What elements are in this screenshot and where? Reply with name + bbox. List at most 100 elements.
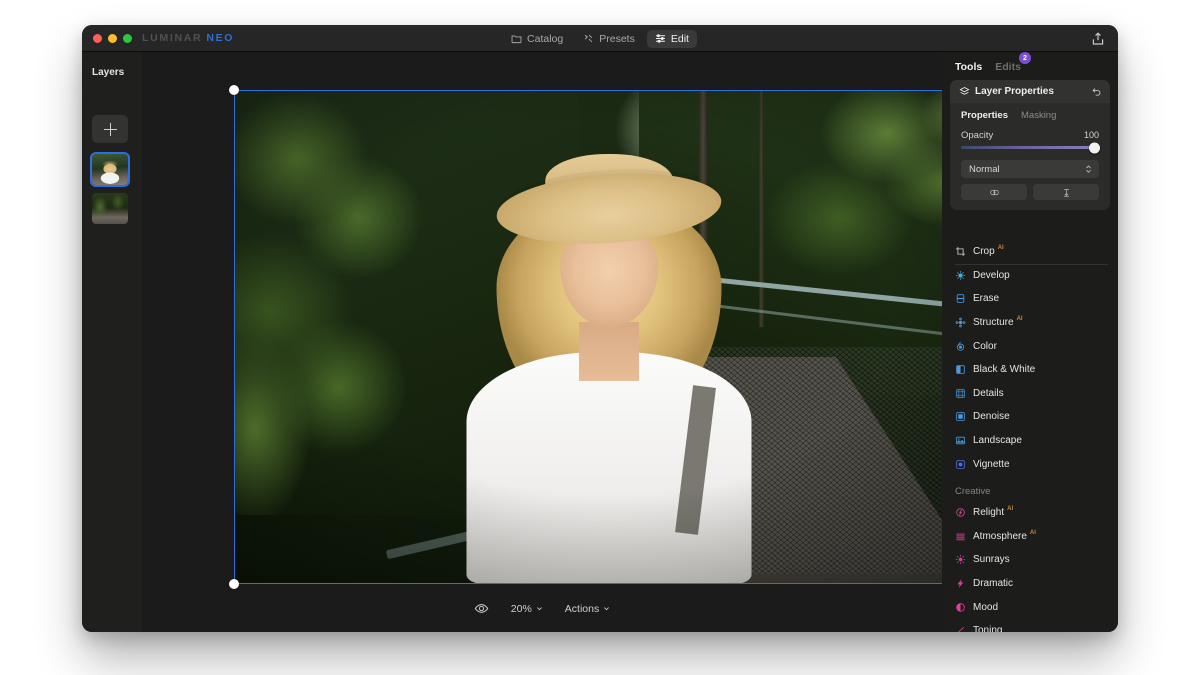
landscape-icon: [955, 435, 966, 446]
luminar-neo-window: LUMINAR NEO Catalog Presets: [82, 25, 1118, 632]
tab-edits[interactable]: Edits 2: [995, 61, 1021, 73]
tool-label-dramatic: Dramatic: [973, 578, 1013, 589]
layer-thumbnail-image: [92, 193, 128, 224]
layer-thumbnail-portrait[interactable]: [92, 154, 128, 185]
toning-icon: [955, 625, 966, 632]
tool-item-denoise[interactable]: Denoise: [942, 405, 1118, 429]
tool-item-landscape[interactable]: Landscape: [942, 429, 1118, 453]
layer-properties-subtabs: Properties Masking: [950, 103, 1110, 126]
layer-properties-title: Layer Properties: [975, 86, 1054, 97]
tool-item-toning[interactable]: Toning: [942, 619, 1118, 632]
tab-tools-label: Tools: [955, 61, 982, 73]
merge-down-icon: [1061, 187, 1072, 198]
layer-properties-card: Layer Properties Properties Masking Opac…: [950, 80, 1110, 210]
crop-icon: [955, 246, 966, 257]
nav-item-catalog[interactable]: Catalog: [503, 30, 571, 48]
subtab-properties[interactable]: Properties: [961, 110, 1008, 121]
mask-blend-icon: [989, 187, 1000, 198]
nav-item-presets[interactable]: Presets: [575, 30, 643, 48]
develop-icon: [955, 270, 966, 281]
opacity-value: 100: [1084, 130, 1099, 140]
tool-label-denoise: Denoise: [973, 411, 1010, 422]
tool-item-details[interactable]: Details: [942, 382, 1118, 406]
ai-badge: AI: [1030, 530, 1036, 536]
sliders-icon: [655, 33, 666, 44]
tool-label-sunrays: Sunrays: [973, 554, 1010, 565]
tool-label-color: Color: [973, 341, 997, 352]
layer-action-buttons: [950, 178, 1110, 210]
atmosphere-icon: [955, 531, 966, 542]
image-selection-frame[interactable]: [234, 90, 984, 584]
dramatic-icon: [955, 578, 966, 589]
tool-label-black-white: Black & White: [973, 364, 1035, 375]
add-layer-button[interactable]: [92, 115, 128, 143]
tool-item-atmosphere[interactable]: Atmosphere AI: [942, 525, 1118, 549]
tool-item-dramatic[interactable]: Dramatic: [942, 572, 1118, 596]
subtab-masking[interactable]: Masking: [1021, 110, 1056, 121]
chevron-down-icon: [536, 605, 543, 612]
chevron-down-icon: [603, 605, 610, 612]
blend-mask-button[interactable]: [961, 184, 1027, 200]
tool-list: Crop AI Develop Erase: [942, 240, 1118, 632]
canvas-bottom-toolbar: 20% Actions: [142, 585, 942, 632]
layers-sidebar: Layers: [82, 52, 142, 632]
opacity-slider-knob[interactable]: [1089, 142, 1100, 153]
photo-vignette: [234, 90, 984, 584]
nav-label-presets: Presets: [599, 33, 635, 45]
plus-icon: [104, 123, 117, 136]
tools-panel-tabs: Tools Edits 2: [955, 61, 1021, 73]
actions-label: Actions: [565, 603, 599, 615]
opacity-row: Opacity 100: [961, 130, 1099, 141]
layer-properties-header: Layer Properties: [950, 80, 1110, 103]
share-export-icon[interactable]: [1090, 31, 1106, 47]
opacity-slider[interactable]: [961, 146, 1099, 149]
canvas-area[interactable]: 20% Actions: [142, 52, 942, 632]
tool-item-color[interactable]: Color: [942, 334, 1118, 358]
layers-stack-icon: [959, 86, 970, 97]
tool-item-sunrays[interactable]: Sunrays: [942, 548, 1118, 572]
section-divider: [955, 264, 1108, 265]
tool-item-structure[interactable]: Structure AI: [942, 311, 1118, 335]
tool-item-develop[interactable]: Develop: [942, 264, 1118, 288]
selection-handle-top-left[interactable]: [229, 85, 239, 95]
black-white-icon: [955, 364, 966, 375]
tool-label-vignette: Vignette: [973, 459, 1010, 470]
tool-item-crop[interactable]: Crop AI: [942, 240, 1118, 264]
actions-dropdown[interactable]: Actions: [565, 603, 610, 615]
nav-item-edit[interactable]: Edit: [647, 30, 697, 48]
eye-icon[interactable]: [474, 601, 489, 616]
color-icon: [955, 341, 966, 352]
opacity-control: Opacity 100: [950, 126, 1110, 149]
layer-thumbnail-background[interactable]: [92, 193, 128, 224]
section-label-creative: Creative: [942, 476, 1118, 501]
tool-label-crop: Crop: [973, 246, 995, 257]
tool-label-structure: Structure: [973, 317, 1014, 328]
undo-arrow-icon[interactable]: [1091, 86, 1102, 97]
tool-label-mood: Mood: [973, 602, 998, 613]
tool-item-black-white[interactable]: Black & White: [942, 358, 1118, 382]
tab-tools[interactable]: Tools: [955, 61, 982, 73]
blend-mode-value: Normal: [969, 164, 1000, 175]
details-icon: [955, 388, 966, 399]
denoise-icon: [955, 411, 966, 422]
layers-panel-title: Layers: [92, 67, 124, 78]
relight-icon: [955, 507, 966, 518]
tool-item-relight[interactable]: Relight AI: [942, 501, 1118, 525]
tool-item-erase[interactable]: Erase: [942, 287, 1118, 311]
main-nav: Catalog Presets Edit: [82, 25, 1118, 52]
tab-edits-label: Edits: [995, 61, 1021, 73]
tool-item-mood[interactable]: Mood: [942, 595, 1118, 619]
ai-badge: AI: [1017, 316, 1023, 322]
tool-item-vignette[interactable]: Vignette: [942, 452, 1118, 476]
sunrays-icon: [955, 554, 966, 565]
mood-icon: [955, 602, 966, 613]
tool-label-atmosphere: Atmosphere: [973, 531, 1027, 542]
zoom-level-dropdown[interactable]: 20%: [511, 603, 543, 615]
structure-icon: [955, 317, 966, 328]
folder-icon: [511, 33, 522, 44]
edited-photo: [234, 90, 984, 584]
tool-label-landscape: Landscape: [973, 435, 1022, 446]
blend-mode-select[interactable]: Normal: [961, 160, 1099, 178]
tool-label-details: Details: [973, 388, 1004, 399]
flatten-merge-button[interactable]: [1033, 184, 1099, 200]
